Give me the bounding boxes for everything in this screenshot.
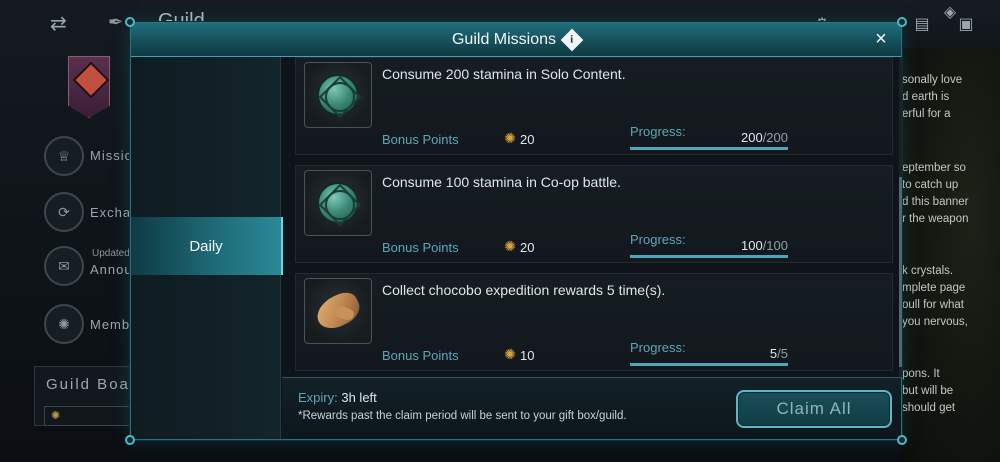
chat-icon[interactable]: ▤ [912,14,932,34]
toolbox-icon[interactable]: ▣ [956,14,976,34]
news-line: erful for a [902,108,951,120]
sidebar-item-exchange[interactable]: Exchange [90,205,130,220]
progress-bar [630,147,788,150]
guild-board-title: Guild Board [46,376,130,393]
mission-card: Collect chocobo expedition rewards 5 tim… [295,273,893,371]
mission-list[interactable]: Consume 200 stamina in Solo Content. Bon… [295,57,893,377]
bonus-point-icon: ✺ [504,130,516,146]
guild-emblem [68,56,110,118]
close-button[interactable]: × [869,27,893,51]
mission-description: Consume 100 stamina in Co-op battle. [382,174,621,190]
bonus-points-label: Bonus Points [382,132,459,147]
exchange-icon[interactable]: ⟳ [44,192,84,232]
mission-card: Consume 200 stamina in Solo Content. Bon… [295,57,893,155]
stamina-gem-icon [317,182,359,224]
progress-total: /100 [762,238,788,253]
corner-ornament [897,17,907,27]
news-line: to catch up [902,179,959,191]
mission-card: Consume 100 stamina in Co-op battle. Bon… [295,165,893,263]
mission-icon-frame [304,62,372,128]
mail-icon[interactable]: ✉ [44,246,84,286]
bonus-point-icon: ✺ [504,238,516,254]
bonus-points-label: Bonus Points [382,240,459,255]
bonus-points-value: 20 [520,132,535,147]
progress-value: 100/100 [726,238,788,253]
progress-bar-fill [630,147,788,150]
progress-total: /5 [777,346,788,361]
members-icon[interactable]: ✺ [44,304,84,344]
corner-ornament [125,435,135,445]
mission-description: Consume 200 stamina in Solo Content. [382,66,626,82]
sidebar-item-announcements[interactable]: Announcements [90,262,130,277]
mission-description: Collect chocobo expedition rewards 5 tim… [382,282,666,298]
news-line: d this banner [902,196,969,208]
bonus-points-value: 20 [520,240,535,255]
dialog-footer: Expiry: 3h left *Rewards past the claim … [282,377,901,439]
news-line: k crystals. [902,265,954,277]
expiry-label: Expiry: [298,390,338,405]
dialog-title: Guild Missions [451,31,557,48]
sidebar-item-missions[interactable]: Missions [90,148,130,163]
news-line: r the weapon [902,213,969,225]
progress-bar-fill [630,255,788,258]
progress-label: Progress: [630,124,686,139]
progress-bar-fill [630,363,788,366]
news-line: you nervous, [902,316,968,328]
guild-missions-dialog: Guild Missions i × Daily Consume 200 sta… [125,17,907,445]
bonus-points-label: Bonus Points [382,348,459,363]
bonus-point-icon: ✺ [504,346,516,362]
updated-label: Updated [92,248,130,259]
corner-ornament [897,435,907,445]
mission-icon-frame [304,170,372,236]
progress-value: 5/5 [726,346,788,361]
progress-value: 200/200 [726,130,788,145]
sidebar-item-members[interactable]: Members [90,317,130,332]
info-icon[interactable]: i [560,28,584,52]
chocobo-feather-icon [311,288,365,334]
claim-all-label: Claim All [776,399,852,418]
progress-label: Progress: [630,232,686,247]
trophy-icon[interactable]: ♕ [44,136,84,176]
scrollbar[interactable] [899,57,902,377]
news-line: d earth is [902,91,950,103]
news-line: mplete page [902,282,966,294]
news-line: should get [902,402,956,414]
mission-icon-frame [304,278,372,344]
progress-current: 200 [740,130,763,145]
progress-label: Progress: [630,340,686,355]
corner-ornament [125,17,135,27]
stamina-gem-icon [317,74,359,116]
progress-current: 100 [740,238,763,253]
news-line: pons. It [902,368,940,380]
back-arrow-icon[interactable]: ⇄ [50,14,72,34]
tab-column: Daily [131,57,283,439]
claim-all-button[interactable]: Claim All [736,390,892,428]
bonus-points-value: 10 [520,348,535,363]
dialog-header: Guild Missions i × [131,23,901,57]
news-line: oull for what [902,299,965,311]
progress-bar [630,363,788,366]
tab-daily[interactable]: Daily [131,217,283,275]
progress-bar [630,255,788,258]
news-line: eptember so [902,162,966,174]
scrollbar-thumb[interactable] [899,177,902,367]
guild-board-input[interactable]: ✺ [44,406,134,426]
dialog-title-wrap: Guild Missions i [131,23,901,57]
expiry-text: Expiry: 3h left [298,390,377,405]
claim-note: *Rewards past the claim period will be s… [298,410,627,422]
expiry-value: 3h left [341,390,377,405]
news-line: but will be [902,385,954,397]
news-line: sonally love [902,74,963,86]
tab-daily-label: Daily [189,237,223,255]
progress-total: /200 [762,130,788,145]
